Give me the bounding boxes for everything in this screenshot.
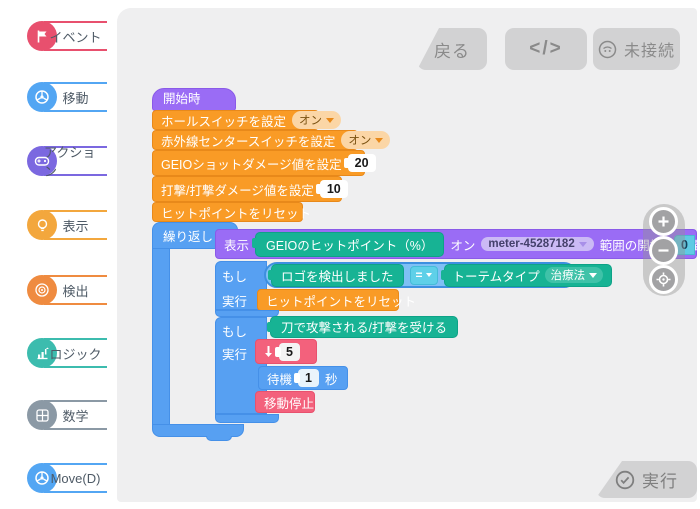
block-label: ホールスイッチを設定 xyxy=(161,111,286,130)
repeat-bottom-notch xyxy=(206,436,232,441)
meter-dropdown[interactable]: meter-45287182 xyxy=(481,237,593,251)
code-button-label: </> xyxy=(529,38,562,60)
block-label: 移動停止 xyxy=(264,393,314,412)
dropdown-arrow-icon xyxy=(326,118,334,123)
reporter-label: トーテムタイプ xyxy=(453,266,540,285)
zoom-reset-button[interactable] xyxy=(649,265,678,294)
block-label: 表示 xyxy=(224,235,249,254)
zoom-controls xyxy=(643,204,685,296)
block-stop-moving[interactable]: 移動停止 xyxy=(255,391,315,413)
dropdown-value: meter-45287182 xyxy=(488,238,574,250)
sidebar-item-move-d[interactable]: Move(D) xyxy=(0,455,117,501)
connection-status-button[interactable]: 未接続 xyxy=(593,28,680,70)
block-label: 開始時 xyxy=(163,88,201,107)
dropdown-arrow-icon xyxy=(426,273,432,277)
dropdown-arrow-icon xyxy=(589,273,597,278)
block-label: GEIOショットダメージ値を設定 xyxy=(161,154,342,173)
block-reset-hitpoints[interactable]: ヒットポイントをリセット xyxy=(152,202,303,222)
back-button-label: 戻る xyxy=(434,37,470,62)
wait-value-input[interactable]: 1 xyxy=(298,369,319,387)
sidebar-item-label: アクション xyxy=(44,146,107,176)
do-label: 実行 xyxy=(222,291,247,310)
operator-dropdown[interactable]: = xyxy=(410,266,438,285)
sidebar-item-label: イベント xyxy=(44,21,107,51)
sidebar-item-logic[interactable]: ロジック xyxy=(0,330,117,376)
decrease-value-input[interactable]: 5 xyxy=(279,343,300,361)
target-icon xyxy=(656,272,671,287)
dropdown-arrow-icon xyxy=(579,242,587,247)
hall-switch-dropdown[interactable]: オン xyxy=(292,111,341,129)
sidebar-item-math[interactable]: 数学 xyxy=(0,392,117,438)
block-reset-hitpoints-2[interactable]: ヒットポイントをリセット xyxy=(257,289,399,311)
sidebar-item-event[interactable]: イベント xyxy=(0,13,117,59)
block-palette-sidebar: イベント 移動 アクション 表示 検出 xyxy=(0,0,117,509)
block-decrease-hitpoint[interactable]: 5 xyxy=(255,339,317,364)
dropdown-value: オン xyxy=(348,132,371,148)
if1-bottom-arm xyxy=(215,310,279,317)
connection-label: 未接続 xyxy=(624,37,675,61)
app-window: イベント 移動 アクション 表示 検出 xyxy=(0,0,700,509)
sidebar-item-detect[interactable]: 検出 xyxy=(0,267,117,313)
zoom-in-button[interactable] xyxy=(649,207,678,236)
hit-damage-input[interactable]: 10 xyxy=(320,180,348,198)
robot-icon xyxy=(598,40,617,59)
shot-damage-input[interactable]: 20 xyxy=(348,154,376,172)
sidebar-item-label: ロジック xyxy=(44,338,107,368)
reporter-sword-attacked[interactable]: 刀で攻撃される/打撃を受ける xyxy=(270,316,458,338)
dropdown-arrow-icon xyxy=(375,138,383,143)
ir-switch-dropdown[interactable]: オン xyxy=(341,131,390,149)
sidebar-item-label: 数学 xyxy=(44,400,107,430)
block-set-ir-switch[interactable]: 赤外線センタースイッチを設定 オン xyxy=(152,130,358,150)
code-view-button[interactable]: </> xyxy=(505,28,587,70)
block-label: 繰り返し xyxy=(163,226,213,245)
block-wait[interactable]: 待機 1 秒 xyxy=(258,366,348,390)
block-label: 待機 xyxy=(267,369,292,388)
if-label: もし xyxy=(222,266,247,285)
reporter-totem-type[interactable]: トーテムタイプ 治療法 xyxy=(444,264,613,287)
block-set-hit-damage[interactable]: 打撃/打撃ダメージ値を設定 10 xyxy=(152,176,342,202)
dropdown-value: オン xyxy=(299,112,322,128)
block-display-meter[interactable]: 表示 GEIOのヒットポイント（%） オン meter-45287182 範囲の… xyxy=(215,229,697,259)
plus-icon xyxy=(657,215,670,228)
reporter-geio-hitpoint[interactable]: GEIOのヒットポイント（%） xyxy=(255,232,444,257)
block-set-hall-switch[interactable]: ホールスイッチを設定 オン xyxy=(152,110,319,130)
on-label: オン xyxy=(450,235,475,254)
sidebar-item-label: 表示 xyxy=(44,210,107,240)
sidebar-item-display[interactable]: 表示 xyxy=(0,202,117,248)
sidebar-item-label: 検出 xyxy=(44,275,107,305)
block-label: ヒットポイントをリセット xyxy=(266,291,416,310)
do-label: 実行 xyxy=(222,344,247,363)
if-label: もし xyxy=(222,321,247,340)
run-button-label: 実行 xyxy=(642,467,678,492)
down-arrow-icon xyxy=(264,345,273,358)
if2-bottom-arm xyxy=(215,414,279,423)
reporter-logo-detected[interactable]: ロゴを検出しました xyxy=(271,264,404,287)
operator-value: = xyxy=(416,268,423,282)
sidebar-item-label: 移動 xyxy=(44,82,107,112)
totem-type-dropdown[interactable]: 治療法 xyxy=(545,267,604,283)
block-on-start[interactable]: 開始時 xyxy=(152,88,236,111)
dropdown-value: 治療法 xyxy=(551,267,586,283)
repeat-left-arm xyxy=(152,248,170,425)
block-set-shot-damage[interactable]: GEIOショットダメージ値を設定 20 xyxy=(152,150,365,176)
sidebar-item-move[interactable]: 移動 xyxy=(0,74,117,120)
block-label: ヒットポイントをリセット xyxy=(161,203,311,222)
unit-label: 秒 xyxy=(325,369,338,388)
zoom-out-button[interactable] xyxy=(649,236,678,265)
sidebar-item-label: Move(D) xyxy=(44,463,107,493)
sidebar-item-action[interactable]: アクション xyxy=(0,138,117,184)
boolean-condition-1[interactable]: ロゴを検出しました = トーテムタイプ 治療法 xyxy=(264,262,577,288)
check-circle-icon xyxy=(615,470,635,490)
minus-icon xyxy=(657,244,670,257)
block-label: 打撃/打撃ダメージ値を設定 xyxy=(161,180,314,199)
block-label: 赤外線センタースイッチを設定 xyxy=(161,131,335,150)
